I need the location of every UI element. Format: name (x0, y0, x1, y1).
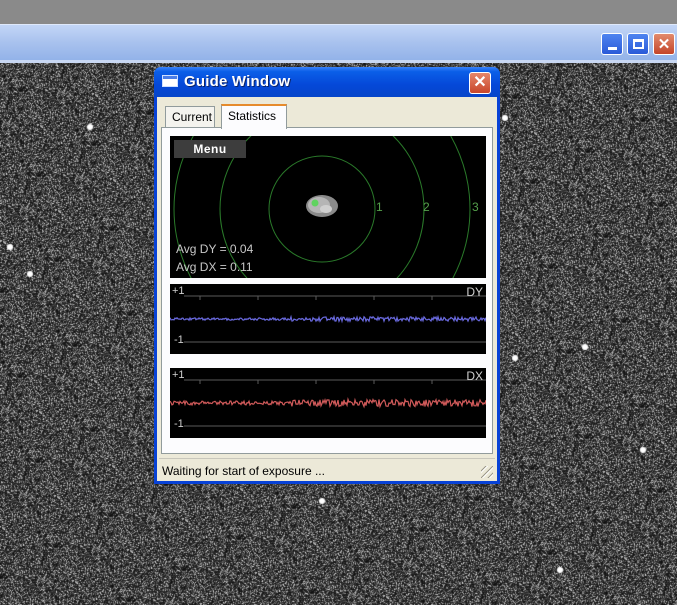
avg-dy-readout: Avg DY = 0.04 (176, 242, 254, 256)
desktop-top-strip (0, 0, 677, 24)
ring-label-3: 3 (472, 200, 479, 214)
guide-error-trace (170, 397, 486, 409)
dx-axis-label: DX (466, 369, 483, 383)
resize-grip-icon[interactable] (481, 466, 493, 478)
dx-graph-plot (170, 379, 486, 427)
dy-plus-label: +1 (172, 285, 185, 297)
close-icon[interactable]: ✕ (653, 33, 675, 55)
maximize-icon[interactable] (627, 33, 649, 55)
parent-window-titlebar: ✕ (0, 24, 677, 63)
ring-label-2: 2 (423, 200, 430, 214)
statistics-panel: Menu 1 2 3 Avg DY = 0.04 Avg DX = 0.11 +… (161, 127, 493, 454)
tab-statistics[interactable]: Statistics (221, 104, 287, 129)
guide-error-trace (170, 314, 486, 324)
dy-graph-plot (170, 295, 486, 343)
dx-graph: +1 -1 DX (170, 368, 486, 438)
dy-graph: +1 -1 DY (170, 284, 486, 354)
dy-axis-label: DY (466, 285, 483, 299)
status-bar: Waiting for start of exposure ... (159, 458, 495, 480)
dx-minus-label: -1 (174, 418, 184, 430)
menu-button[interactable]: Menu (174, 140, 246, 158)
guide-star-blob (306, 195, 338, 217)
guide-window-titlebar[interactable]: Guide Window ✕ (154, 67, 500, 97)
window-title: Guide Window (184, 73, 291, 90)
minimize-icon[interactable] (601, 33, 623, 55)
ring-label-1: 1 (376, 200, 383, 214)
tab-current[interactable]: Current (165, 106, 215, 127)
window-icon (162, 75, 178, 87)
guide-target-view: Menu 1 2 3 Avg DY = 0.04 Avg DX = 0.11 (170, 136, 486, 278)
status-text: Waiting for start of exposure ... (162, 464, 325, 478)
guide-window: Guide Window ✕ Current Statistics Menu 1… (154, 67, 500, 484)
avg-dx-readout: Avg DX = 0.11 (176, 260, 253, 274)
close-icon[interactable]: ✕ (469, 72, 491, 94)
dy-minus-label: -1 (174, 334, 184, 346)
dx-plus-label: +1 (172, 369, 185, 381)
